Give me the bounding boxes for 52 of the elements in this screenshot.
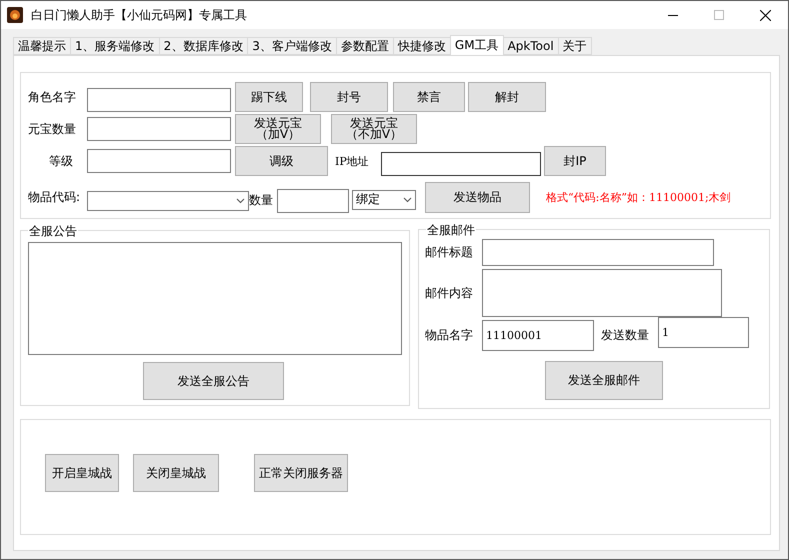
mail-subject-field[interactable] <box>482 239 714 266</box>
field-label: 邮件内容 <box>425 284 474 302</box>
server-button[interactable]: 关闭皇城战 <box>133 454 219 492</box>
tab[interactable]: 3、客户端修改 <box>247 37 337 55</box>
tab[interactable]: 参数配置 <box>336 37 394 55</box>
item-code-dropdown[interactable] <box>87 190 249 210</box>
server-button[interactable]: 开启皇城战 <box>45 454 119 492</box>
group-title: 全服公告 <box>28 223 78 240</box>
send-announcement-button[interactable]: 发送全服公告 <box>143 362 284 400</box>
field-label: 数量 <box>249 192 274 209</box>
tab[interactable]: 温馨提示 <box>13 37 71 55</box>
send-item-button[interactable]: 发送物品 <box>425 182 530 213</box>
window-title: 白日门懒人助手【小仙元码网】专属工具 <box>31 6 248 24</box>
set-level-button[interactable]: 调级 <box>235 146 328 176</box>
send-mail-button[interactable]: 发送全服邮件 <box>545 361 663 400</box>
ban-ip-button[interactable]: 封IP <box>544 146 606 176</box>
action-button[interactable]: 解封 <box>468 82 546 112</box>
tab[interactable]: 关于 <box>558 37 592 55</box>
server-button[interactable]: 正常关闭服务器 <box>254 454 348 492</box>
tab[interactable]: 2、数据库修改 <box>158 37 248 55</box>
field-label: 物品名字 <box>425 327 474 344</box>
tab[interactable]: 快捷修改 <box>392 37 451 55</box>
field-label: 邮件标题 <box>425 244 474 261</box>
action-button[interactable]: 封号 <box>310 82 388 112</box>
group-title: 全服邮件 <box>426 222 476 239</box>
ip-field[interactable] <box>381 152 541 176</box>
tab[interactable]: GM工具 <box>450 35 504 55</box>
tab[interactable]: ApkTool <box>502 37 559 55</box>
field-label: IP地址 <box>335 154 370 168</box>
bind-dropdown[interactable]: 绑定 <box>352 190 416 210</box>
quantity-field[interactable] <box>277 188 349 212</box>
ingot-field[interactable] <box>87 117 231 141</box>
action-button[interactable]: 禁言 <box>393 82 465 112</box>
send-quantity-field[interactable]: 1 <box>658 317 749 348</box>
tab[interactable]: 1、服务端修改 <box>70 37 160 55</box>
field-label: 等级 <box>48 152 74 170</box>
announcement-field[interactable] <box>28 242 402 355</box>
item-name-field[interactable]: 11100001 <box>482 320 594 351</box>
app-icon <box>7 7 23 23</box>
mail-content-field[interactable] <box>482 269 722 317</box>
format-hint: 格式“代码:名称”如：11100001;木剑 <box>546 190 731 205</box>
send-ingot-button[interactable]: 发送元宝 （不加V） <box>331 114 417 144</box>
level-field[interactable] <box>87 149 231 173</box>
close-icon[interactable] <box>760 10 770 20</box>
minimize-icon[interactable] <box>668 14 678 16</box>
field-label: 物品代码: <box>28 189 82 206</box>
send-ingot-button[interactable]: 发送元宝 （加V） <box>235 114 321 144</box>
field-label: 角色名字 <box>28 88 77 106</box>
action-button[interactable]: 踢下线 <box>235 82 303 112</box>
field-label: 发送数量 <box>601 327 650 344</box>
name-field[interactable] <box>87 88 231 112</box>
field-label: 元宝数量 <box>28 120 77 138</box>
